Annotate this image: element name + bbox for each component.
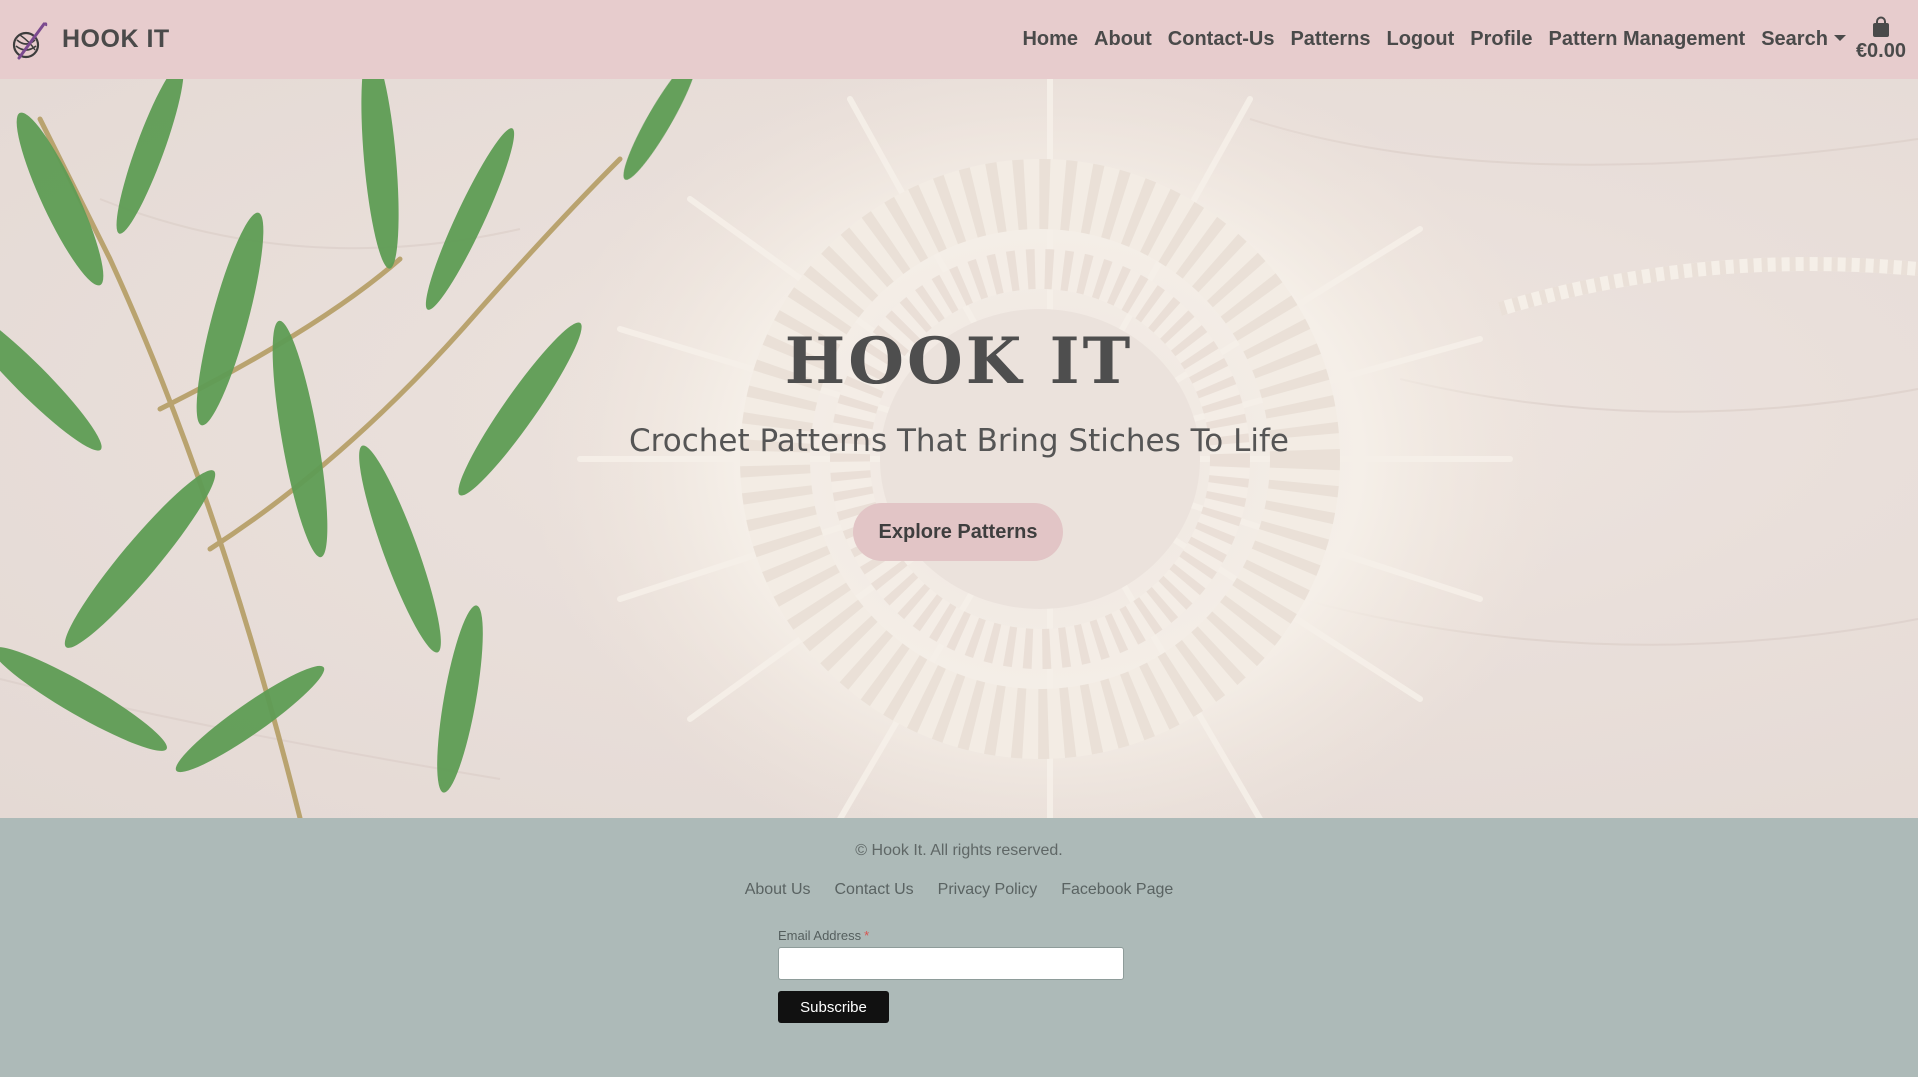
footer-link-facebook-page[interactable]: Facebook Page xyxy=(1061,881,1173,899)
nav-patterns[interactable]: Patterns xyxy=(1282,28,1378,51)
brand-name: HOOK IT xyxy=(62,25,170,53)
nav-logout[interactable]: Logout xyxy=(1379,28,1463,51)
shopping-bag-icon xyxy=(1872,16,1889,37)
brand-link[interactable]: HOOK IT xyxy=(8,18,170,62)
crochet-hook-yarn-icon xyxy=(12,21,48,59)
footer-link-privacy-policy[interactable]: Privacy Policy xyxy=(938,881,1038,899)
search-dropdown-label: Search xyxy=(1761,28,1828,50)
copyright-text: © Hook It. All rights reserved. xyxy=(855,842,1063,859)
navbar: HOOK IT Home About Contact-Us Patterns L… xyxy=(0,0,1918,79)
footer-links: About Us Contact Us Privacy Policy Faceb… xyxy=(0,881,1918,899)
footer-link-about-us[interactable]: About Us xyxy=(745,881,811,899)
nav-contact-us[interactable]: Contact-Us xyxy=(1160,28,1283,51)
cart-total: €0.00 xyxy=(1855,40,1906,62)
nav-profile[interactable]: Profile xyxy=(1462,28,1540,51)
subscribe-button[interactable]: Subscribe xyxy=(778,991,889,1023)
newsletter-form: Email Address * Subscribe xyxy=(778,928,1128,1023)
email-label: Email Address * xyxy=(778,928,1128,943)
nav-search-dropdown[interactable]: Search xyxy=(1753,28,1854,51)
nav-pattern-management[interactable]: Pattern Management xyxy=(1541,28,1754,51)
hero-section: HOOK IT Crochet Patterns That Bring Stic… xyxy=(0,79,1918,818)
nav-home[interactable]: Home xyxy=(1014,28,1086,51)
chevron-down-icon xyxy=(1833,35,1846,41)
main-nav: Home About Contact-Us Patterns Logout Pr… xyxy=(1014,16,1906,63)
hero-subtitle: Crochet Patterns That Bring Stiches To L… xyxy=(629,423,1289,459)
nav-about[interactable]: About xyxy=(1086,28,1160,51)
email-field[interactable] xyxy=(778,947,1124,980)
explore-patterns-button[interactable]: Explore Patterns xyxy=(853,503,1063,561)
hero-title: HOOK IT xyxy=(784,324,1134,399)
required-mark: * xyxy=(864,928,870,943)
footer: © Hook It. All rights reserved. About Us… xyxy=(0,818,1918,1077)
cart-link[interactable]: €0.00 xyxy=(1856,16,1906,63)
email-label-text: Email Address xyxy=(778,928,862,943)
footer-link-contact-us[interactable]: Contact Us xyxy=(835,881,914,899)
hero-content: HOOK IT Crochet Patterns That Bring Stic… xyxy=(0,79,1918,818)
